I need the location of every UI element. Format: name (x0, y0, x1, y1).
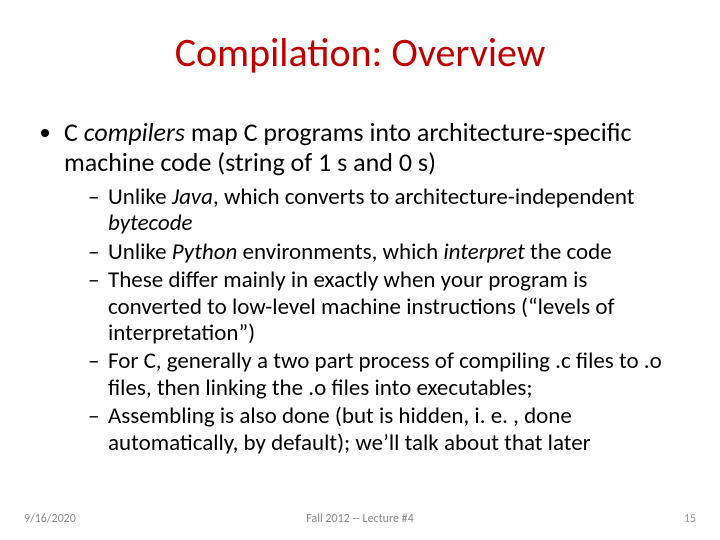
sub-bullet: These differ mainly in exactly when your… (88, 267, 684, 346)
slide-footer: 9/16/2020 Fall 2012 -- Lecture #4 15 (0, 506, 720, 526)
slide-body: C compilers map C programs into architec… (36, 118, 684, 460)
footer-center: Fall 2012 -- Lecture #4 (0, 512, 720, 526)
bullet1-emph: compilers (84, 116, 185, 148)
slide-number: 15 (684, 512, 696, 526)
bullet1-pre: C (64, 116, 84, 148)
sub-bullet: Unlike Java, which converts to architect… (88, 184, 684, 237)
sub-bullet: For C, generally a two part process of c… (88, 348, 684, 401)
bullet-level1: C compilers map C programs into architec… (64, 118, 684, 456)
sub-bullet: Assembling is also done (but is hidden, … (88, 403, 684, 456)
slide: Compilation: Overview C compilers map C … (0, 0, 720, 540)
slide-title: Compilation: Overview (0, 28, 720, 77)
sub-bullet: Unlike Python environments, which interp… (88, 239, 684, 265)
